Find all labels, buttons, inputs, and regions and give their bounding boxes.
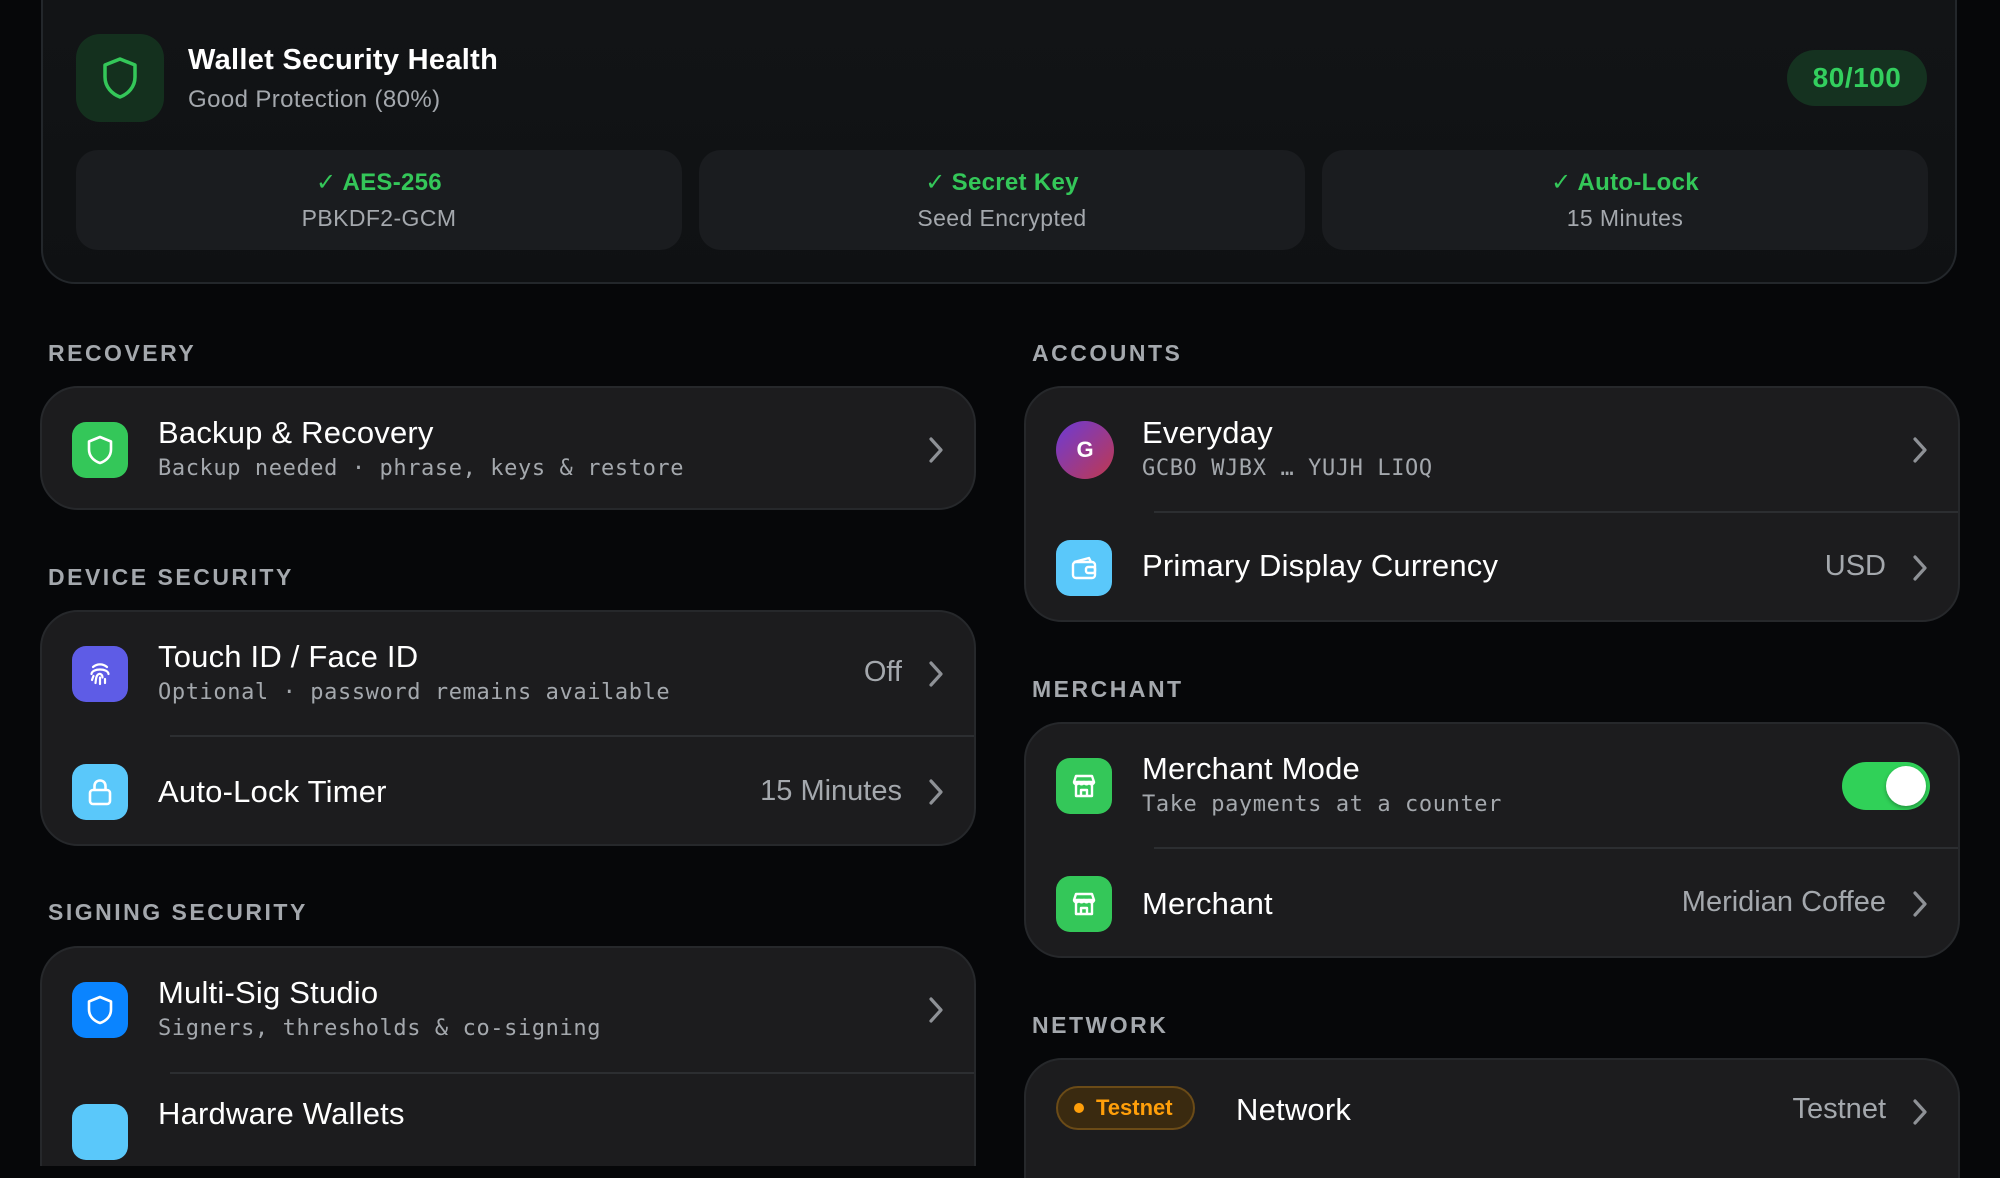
feature-subtitle: PBKDF2-GCM — [301, 205, 457, 231]
row-title: Merchant — [1142, 886, 1273, 921]
chevron-right-icon — [929, 779, 943, 805]
merchant-mode-row: Merchant Mode Take payments at a counter — [1026, 724, 1958, 848]
recovery-card: Backup & Recovery Backup needed · phrase… — [40, 386, 976, 510]
row-title: Network — [1236, 1092, 1352, 1127]
feature-secret-key: ✓ Secret Key Seed Encrypted — [699, 150, 1305, 250]
security-health-card: Wallet Security Health Good Protection (… — [41, 0, 1957, 284]
accounts-card: G Everyday GCBO WJBX … YUJH LIOQ Primary… — [1024, 386, 1960, 622]
row-title: Auto-Lock Timer — [158, 774, 387, 809]
health-subtitle: Good Protection (80%) — [188, 86, 441, 113]
row-title: Everyday — [1142, 415, 1273, 450]
feature-subtitle: 15 Minutes — [1566, 205, 1684, 231]
feature-title: Secret Key — [951, 169, 1079, 196]
check-icon: ✓ — [1551, 169, 1572, 196]
section-network: NETWORK — [1032, 1012, 1169, 1038]
storefront-icon — [1056, 758, 1112, 814]
status-dot — [1074, 1103, 1084, 1113]
account-everyday-row[interactable]: G Everyday GCBO WJBX … YUJH LIOQ — [1026, 388, 1958, 512]
biometric-value: Off — [863, 656, 902, 688]
merchant-row[interactable]: Merchant Meridian Coffee — [1026, 848, 1958, 956]
row-subtitle: Signers, thresholds & co-signing — [158, 1016, 602, 1041]
merchant-card: Merchant Mode Take payments at a counter… — [1024, 722, 1960, 958]
feature-title: Auto-Lock — [1577, 169, 1699, 196]
row-title: Backup & Recovery — [158, 415, 434, 450]
check-icon: ✓ — [316, 169, 337, 196]
row-subtitle: Optional · password remains available — [158, 680, 671, 705]
signing-security-card: Multi-Sig Studio Signers, thresholds & c… — [40, 946, 976, 1166]
hardware-wallets-row[interactable]: Hardware Wallets — [42, 1074, 974, 1166]
health-title: Wallet Security Health — [188, 44, 499, 76]
row-title: Multi-Sig Studio — [158, 975, 379, 1010]
device-security-card: Touch ID / Face ID Optional · password r… — [40, 610, 976, 846]
toggle-knob — [1886, 766, 1926, 806]
check-icon: ✓ — [925, 169, 946, 196]
section-device-security: DEVICE SECURITY — [48, 564, 294, 590]
chevron-right-icon — [1913, 437, 1927, 463]
lock-icon — [72, 764, 128, 820]
merchant-mode-toggle[interactable] — [1842, 762, 1930, 810]
shield-icon — [72, 422, 128, 478]
feature-auto-lock: ✓ Auto-Lock 15 Minutes — [1322, 150, 1928, 250]
display-currency-row[interactable]: Primary Display Currency USD — [1026, 512, 1958, 620]
network-row[interactable]: Testnet Network Testnet — [1026, 1060, 1958, 1178]
chevron-right-icon — [1913, 891, 1927, 917]
section-accounts: ACCOUNTS — [1032, 340, 1183, 366]
backup-recovery-row[interactable]: Backup & Recovery Backup needed · phrase… — [42, 388, 974, 508]
auto-lock-row[interactable]: Auto-Lock Timer 15 Minutes — [42, 736, 974, 844]
auto-lock-value: 15 Minutes — [760, 775, 902, 807]
section-recovery: RECOVERY — [48, 340, 197, 366]
testnet-badge-label: Testnet — [1096, 1095, 1173, 1120]
network-card: Testnet Network Testnet — [1024, 1058, 1960, 1178]
fingerprint-icon — [72, 646, 128, 702]
chevron-right-icon — [929, 997, 943, 1023]
hardware-wallet-icon — [72, 1104, 128, 1160]
section-merchant: MERCHANT — [1032, 676, 1184, 702]
network-value: Testnet — [1792, 1093, 1887, 1125]
chevron-right-icon — [1913, 1099, 1927, 1125]
section-signing-security: SIGNING SECURITY — [48, 899, 308, 925]
row-title: Primary Display Currency — [1142, 548, 1499, 583]
merchant-value: Meridian Coffee — [1681, 886, 1886, 918]
chevron-right-icon — [1913, 555, 1927, 581]
shield-icon — [72, 982, 128, 1038]
feature-title: AES-256 — [342, 169, 442, 196]
row-subtitle: Take payments at a counter — [1142, 792, 1502, 817]
account-address: GCBO WJBX … YUJH LIOQ — [1142, 456, 1433, 481]
row-subtitle: Backup needed · phrase, keys & restore — [158, 456, 685, 481]
row-title: Merchant Mode — [1142, 751, 1360, 786]
score-badge: 80/100 — [1787, 50, 1927, 106]
multisig-row[interactable]: Multi-Sig Studio Signers, thresholds & c… — [42, 948, 974, 1072]
testnet-badge: Testnet — [1056, 1086, 1195, 1130]
row-title: Hardware Wallets — [158, 1096, 405, 1131]
storefront-icon — [1056, 876, 1112, 932]
avatar: G — [1056, 421, 1114, 479]
chevron-right-icon — [929, 437, 943, 463]
biometric-row[interactable]: Touch ID / Face ID Optional · password r… — [42, 612, 974, 736]
feature-aes: ✓ AES-256 PBKDF2-GCM — [76, 150, 682, 250]
chevron-right-icon — [929, 661, 943, 687]
currency-value: USD — [1824, 550, 1886, 582]
wallet-icon — [1056, 540, 1112, 596]
feature-subtitle: Seed Encrypted — [917, 205, 1087, 231]
shield-icon — [76, 34, 164, 122]
row-title: Touch ID / Face ID — [158, 639, 419, 674]
